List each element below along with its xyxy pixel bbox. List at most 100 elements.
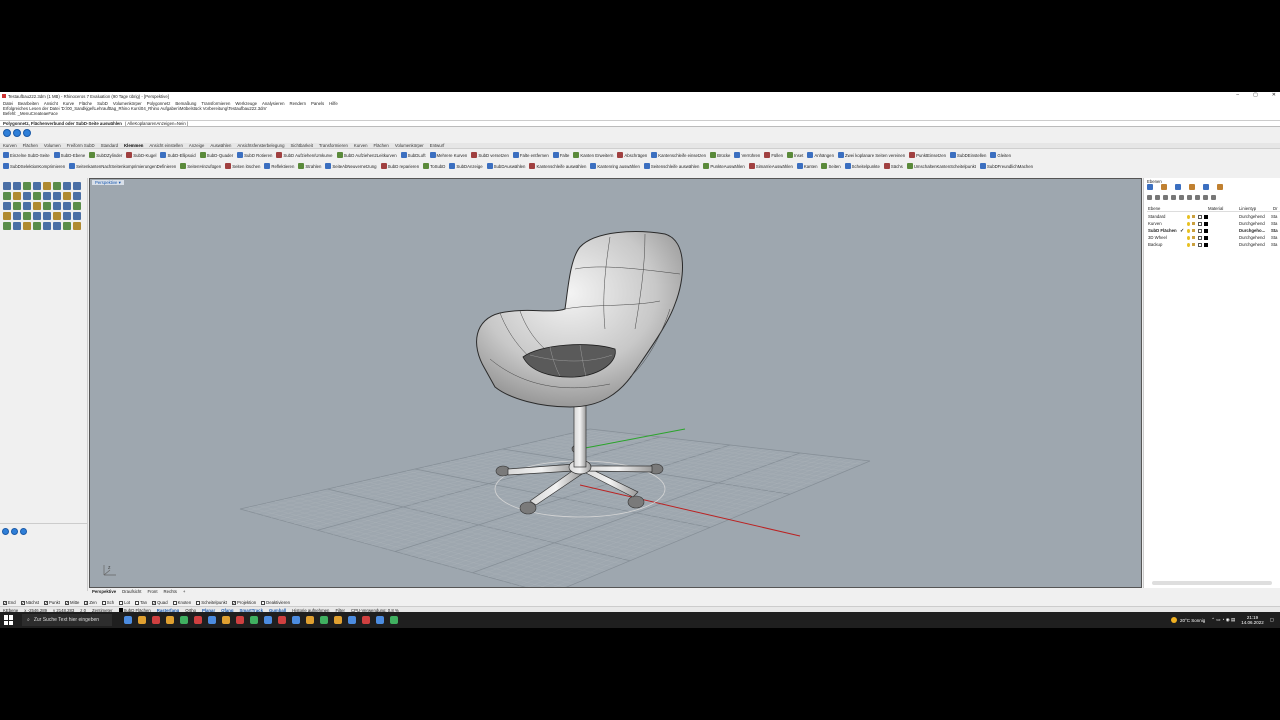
checkbox[interactable] [172, 600, 177, 605]
subd-tool-button[interactable]: PunkteAuswählen [703, 163, 745, 169]
tool-icon[interactable] [73, 182, 81, 190]
tool-icon[interactable] [43, 202, 51, 210]
tool-icon[interactable] [23, 202, 31, 210]
tool-icon[interactable] [3, 222, 11, 230]
subd-tool-button[interactable]: ToSubD [423, 163, 445, 169]
save-file-icon[interactable] [23, 129, 31, 137]
toolbar-tab[interactable]: Ansicht einstellen [149, 143, 182, 148]
layer-print[interactable]: Sta [1271, 235, 1280, 240]
subd-tool-button[interactable]: Mehrere Kurven [429, 152, 467, 158]
toolbar-tab[interactable]: Standard [101, 143, 118, 148]
subd-tool-button[interactable]: SubDFreundlichMachen [979, 163, 1033, 169]
tool-icon[interactable] [3, 202, 11, 210]
osnap-toggle[interactable]: ✓ Nächst [20, 600, 39, 605]
tool-icon[interactable] [73, 202, 81, 210]
subd-tool-button[interactable]: Einzelne SubD-Seite [3, 152, 50, 158]
layer-row[interactable]: Kurven Durchgehend Sta [1147, 220, 1280, 227]
app-icon[interactable] [222, 616, 230, 624]
tool-icon[interactable] [33, 212, 41, 220]
material-swatch[interactable] [1204, 228, 1208, 233]
delete-layer-icon[interactable] [1163, 195, 1168, 200]
tool-icon[interactable] [53, 202, 61, 210]
taskbar-search[interactable]: ⌕ Zur Suche Text hier eingeben [22, 614, 112, 626]
subd-tool-button[interactable]: Zwei koplanare Seiten vereinen [837, 152, 905, 158]
checkbox[interactable]: ✓ [152, 600, 157, 605]
toolbar-tab[interactable]: Klemmen [124, 143, 143, 148]
tool-icon[interactable] [13, 202, 21, 210]
osnap-toggle[interactable]: Deaktivieren [261, 600, 290, 605]
toolbar-tab[interactable]: Auswählen [210, 143, 231, 148]
visibility-bulb-icon[interactable] [1187, 228, 1190, 233]
app-icon[interactable] [180, 616, 188, 624]
material-swatch[interactable] [1204, 214, 1208, 219]
osnap-toggle[interactable]: ✓ Punkt [44, 600, 60, 605]
tool-icon[interactable] [63, 212, 71, 220]
tool-icon[interactable] [63, 192, 71, 200]
app-icon[interactable] [362, 616, 370, 624]
subd-tool-button[interactable]: Verrühren [734, 152, 760, 158]
toolbar-tab[interactable]: Kurven [3, 143, 17, 148]
app-icon[interactable] [278, 616, 286, 624]
layer-color-swatch[interactable] [1198, 214, 1202, 219]
subd-tool-button[interactable]: SubD-Quader [199, 152, 233, 158]
tool-icon[interactable] [43, 182, 51, 190]
subd-tool-button[interactable]: SeitenkantenNachSeitenkomprimierungenDef… [69, 163, 176, 169]
toolbar-tab[interactable]: Ansichtsfensterbelegung [237, 143, 284, 148]
subd-tool-button[interactable]: Seiten löschen [225, 163, 260, 169]
viewport-tab[interactable]: + [183, 589, 186, 595]
checkbox[interactable] [196, 600, 201, 605]
checkbox[interactable]: ✓ [84, 600, 89, 605]
perspective-viewport[interactable]: Perspektive ▾ z [89, 178, 1142, 588]
app-icon[interactable] [376, 616, 384, 624]
material-swatch[interactable] [1204, 235, 1208, 240]
material-swatch[interactable] [1204, 221, 1208, 226]
lock-icon[interactable] [1192, 243, 1195, 246]
tool-icon[interactable] [13, 212, 21, 220]
clock[interactable]: 21:19 14.06.2022 [1241, 615, 1264, 625]
tool-icon[interactable] [63, 182, 71, 190]
layer-row[interactable]: Standard Durchgehend Sta [1147, 213, 1280, 220]
tools-icon[interactable] [1203, 195, 1208, 200]
subd-tool-button[interactable]: SubD Aufziehen/Umkurve [276, 152, 333, 158]
new-layer-icon[interactable] [1147, 195, 1152, 200]
toolbar-tab[interactable]: Volumenkörper [395, 143, 424, 148]
subd-tool-button[interactable]: SubD-Kugel [126, 152, 156, 158]
tool-icon[interactable] [73, 212, 81, 220]
move-down-icon[interactable] [1179, 195, 1184, 200]
subd-tool-button[interactable]: SubD-Ebene [53, 152, 85, 158]
subd-tool-button[interactable]: SubDEinstellen [950, 152, 986, 158]
menu-item-12[interactable]: Rendern [290, 101, 306, 106]
tool-icon[interactable] [3, 192, 11, 200]
tool-icon[interactable] [53, 192, 61, 200]
subd-tool-button[interactable]: Füllen [764, 152, 783, 158]
subd-tool-button[interactable]: SubD-Ellipsoid [160, 152, 196, 158]
layer-linetype[interactable]: Durchgehend [1239, 242, 1269, 247]
subd-tool-button[interactable]: Scheitelpunkte [844, 163, 880, 169]
new-file-icon[interactable] [3, 129, 11, 137]
osnap-toggle[interactable]: Lot [119, 600, 130, 605]
close-button[interactable]: ✕ [1272, 92, 1276, 98]
layers-tab-icon[interactable] [1161, 184, 1167, 190]
tool-icon[interactable] [33, 192, 41, 200]
checkbox[interactable] [101, 600, 106, 605]
menu-item-14[interactable]: Hilfe [329, 101, 338, 106]
checkbox[interactable]: ✓ [44, 600, 49, 605]
checkbox[interactable]: ✓ [20, 600, 25, 605]
tool-icon[interactable] [23, 222, 31, 230]
app-icon[interactable] [292, 616, 300, 624]
subd-tool-button[interactable]: Kantenring auswählen [590, 163, 640, 169]
subd-tool-button[interactable]: Falte [552, 152, 569, 158]
subd-tool-button[interactable]: PunktEinsetzen [909, 152, 946, 158]
osnap-toggle[interactable]: ✓ End [3, 600, 16, 605]
osnap-toggle[interactable]: Knoten [172, 600, 191, 605]
app-icon[interactable] [306, 616, 314, 624]
viewport-title[interactable]: Perspektive ▾ [92, 180, 124, 185]
subd-tool-button[interactable]: SeiteAbNeuvernetzung [325, 163, 377, 169]
checkbox[interactable]: ✓ [232, 600, 237, 605]
subd-tool-button[interactable]: Anhängen [807, 152, 834, 158]
layer-linetype[interactable]: Durchgehend [1239, 221, 1269, 226]
subd-tool-button[interactable]: SubDLoft [400, 152, 426, 158]
subd-tool-button[interactable]: Kanten Erweitern [573, 152, 613, 158]
viewport-tab[interactable]: Perspektive [92, 589, 116, 595]
layer-color-swatch[interactable] [1198, 235, 1202, 240]
